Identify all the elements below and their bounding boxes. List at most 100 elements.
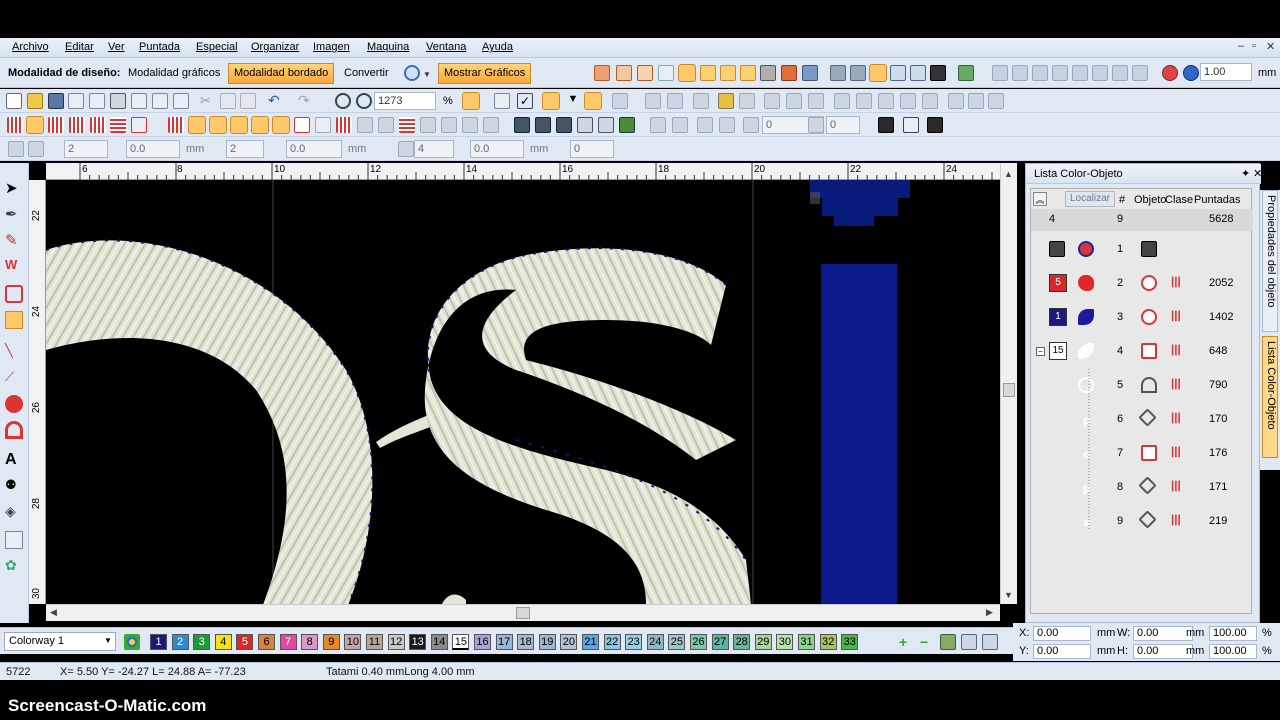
thread-swatch[interactable]: 20 — [560, 634, 578, 650]
film-tool-icon[interactable] — [930, 65, 946, 81]
scroll-up-icon[interactable]: ▲ — [1004, 169, 1013, 179]
transform-4-icon[interactable] — [577, 117, 593, 133]
fill-tool-icon[interactable] — [594, 65, 610, 81]
list-item[interactable]: 5 ꟾꟾꟾ 790 — [1031, 369, 1253, 403]
rotate-angle-icon[interactable] — [743, 117, 759, 133]
y-input[interactable]: 0.00 — [1033, 644, 1091, 659]
slant-angle-input[interactable]: 0 — [826, 116, 860, 134]
align-left-icon[interactable] — [764, 93, 780, 109]
align-top-icon[interactable] — [834, 93, 850, 109]
stitch-type-6-icon[interactable] — [110, 117, 126, 133]
thread-swatch[interactable]: 29 — [754, 634, 772, 650]
stitch-type-3-icon[interactable] — [48, 117, 64, 133]
zoom-box-icon[interactable] — [335, 93, 351, 109]
polyline-tool-icon[interactable]: ⟋ — [5, 369, 23, 387]
lock-icon[interactable] — [718, 93, 734, 109]
transform-1-icon[interactable] — [514, 117, 530, 133]
transform-6-icon[interactable] — [619, 117, 635, 133]
layer2-icon[interactable] — [1012, 65, 1028, 81]
grid-icon[interactable] — [494, 93, 510, 109]
fill-type-6-icon[interactable] — [272, 116, 290, 134]
point-tool-icon[interactable] — [678, 64, 696, 82]
mirror-h-icon[interactable] — [650, 117, 666, 133]
reshape-icon[interactable]: ✒ — [5, 205, 23, 223]
menu-editar[interactable]: Editar — [65, 41, 94, 53]
grid-field-3[interactable]: 2 — [226, 140, 264, 158]
funnel-icon[interactable]: ▼ — [565, 93, 581, 109]
scroll-thumb-h[interactable] — [516, 607, 530, 619]
menu-ver[interactable]: Ver — [108, 41, 125, 53]
tool-c-icon[interactable] — [667, 93, 683, 109]
print-preview-icon[interactable] — [131, 93, 147, 109]
grid-field-6[interactable]: 0.0 — [470, 140, 524, 158]
globe-icon[interactable] — [404, 65, 420, 81]
panel-close-icon[interactable]: ✕ — [1253, 167, 1262, 180]
close-icon[interactable]: ✕ — [1266, 40, 1275, 53]
list-item[interactable]: 1 — [1031, 233, 1253, 267]
thread-swatch[interactable]: 2 — [171, 634, 189, 650]
grid-field-7[interactable]: 0 — [570, 140, 614, 158]
magic-tool-icon[interactable] — [781, 65, 797, 81]
fill-type-4-icon[interactable] — [230, 116, 248, 134]
manual-stitch-icon[interactable]: ✿ — [5, 557, 23, 575]
checkmark-icon[interactable]: ✓ — [517, 93, 533, 109]
distribute-h-icon[interactable] — [900, 93, 916, 109]
tool-b-icon[interactable] — [645, 93, 661, 109]
thread-swatch[interactable]: 14 — [430, 634, 448, 650]
thread-swatch[interactable]: 28 — [733, 634, 751, 650]
rotate-1-icon[interactable] — [697, 117, 713, 133]
tool-e-icon[interactable] — [739, 93, 755, 109]
thread-swatch[interactable]: 5 — [236, 634, 254, 650]
paste-icon[interactable] — [240, 93, 256, 109]
thread-swatch[interactable]: 3 — [193, 634, 211, 650]
undo-icon[interactable]: ↶ — [268, 92, 284, 108]
snap-grid-icon[interactable] — [462, 92, 480, 110]
list-item[interactable]: − 15 4 ꟾꟾꟾ 648 — [1031, 335, 1253, 369]
scroll-down-icon[interactable]: ▼ — [1004, 590, 1013, 600]
zoom-icon[interactable] — [356, 93, 372, 109]
restore-icon[interactable]: ▫ — [1252, 40, 1256, 52]
distribute-v-icon[interactable] — [922, 93, 938, 109]
tool-a-icon[interactable] — [612, 93, 628, 109]
thread-swatch[interactable]: 9 — [322, 634, 340, 650]
transform-2-icon[interactable] — [535, 117, 551, 133]
sequence-1-icon[interactable] — [878, 117, 894, 133]
thread-swatch[interactable]: 19 — [538, 634, 556, 650]
open-folder-icon[interactable] — [27, 93, 43, 109]
layer4-icon[interactable] — [1052, 65, 1068, 81]
thread-swatch[interactable]: 33 — [841, 634, 859, 650]
line-tool-icon[interactable]: ╲ — [5, 343, 23, 361]
table-tool-icon[interactable] — [910, 65, 926, 81]
align-middle-icon[interactable] — [856, 93, 872, 109]
grid-c-icon[interactable] — [398, 141, 414, 157]
layer5-icon[interactable] — [1072, 65, 1088, 81]
properties-icon[interactable] — [173, 93, 189, 109]
remove-color-icon[interactable]: − — [920, 634, 936, 650]
fill-type-11-icon[interactable] — [378, 117, 394, 133]
thread-swatch[interactable]: 18 — [517, 634, 535, 650]
fill-type-3-icon[interactable] — [209, 116, 227, 134]
list-item[interactable]: 1 3 ꟾꟾꟾ 1402 — [1031, 301, 1253, 335]
grid2-tool-icon[interactable] — [740, 65, 756, 81]
fill-type-15-icon[interactable] — [483, 117, 499, 133]
thread-swatch[interactable]: 8 — [301, 634, 319, 650]
save-as-icon[interactable] — [68, 93, 84, 109]
align-center-icon[interactable] — [786, 93, 802, 109]
vertical-scrollbar[interactable]: ▲ ▼ — [1000, 163, 1017, 604]
summary-row[interactable]: 4 9 5628 — [1031, 209, 1253, 231]
same-size-icon[interactable] — [948, 93, 964, 109]
fill-type-8-icon[interactable] — [315, 117, 331, 133]
scroll-thumb-v[interactable] — [1003, 383, 1015, 397]
fill-type-2-icon[interactable] — [188, 116, 206, 134]
pin-icon[interactable]: ✦ — [1241, 167, 1250, 180]
layer6-icon[interactable] — [1092, 65, 1108, 81]
thread-swatch[interactable]: 30 — [776, 634, 794, 650]
layer3-icon[interactable] — [1032, 65, 1048, 81]
thread-swatch[interactable]: 7 — [279, 634, 297, 650]
thread-swatch[interactable]: 23 — [625, 634, 643, 650]
convert-button[interactable]: Convertir — [338, 63, 395, 84]
pattern-icon[interactable] — [5, 531, 23, 549]
design-canvas[interactable] — [46, 180, 1000, 604]
thread-swatch[interactable]: 4 — [214, 634, 232, 650]
thread-swatch[interactable]: 12 — [387, 634, 405, 650]
